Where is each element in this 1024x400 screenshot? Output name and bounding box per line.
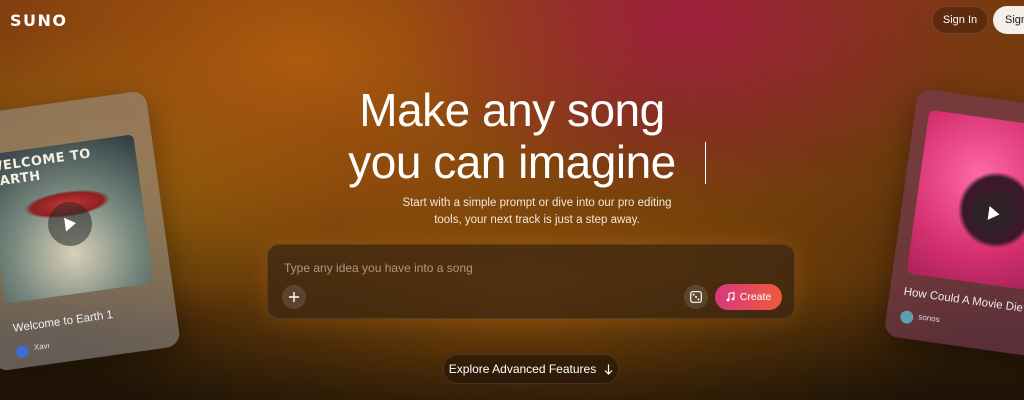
artist-handle[interactable]: sonos xyxy=(918,312,940,324)
create-label: Create xyxy=(739,291,772,303)
song-title[interactable]: Welcome to Earth 1 xyxy=(12,309,113,335)
hero-subtitle: Start with a simple prompt or dive into … xyxy=(392,195,682,229)
create-button[interactable]: Create xyxy=(715,284,782,310)
prompt-box: Create xyxy=(267,244,795,319)
avatar[interactable] xyxy=(899,309,915,325)
explore-label: Explore Advanced Features xyxy=(448,362,597,376)
play-icon xyxy=(64,217,76,232)
dice-icon xyxy=(690,291,702,303)
artist-handle[interactable]: Xavi xyxy=(33,341,50,352)
sign-in-button[interactable]: Sign In xyxy=(932,6,988,34)
subtitle-line-1: Start with a simple prompt or dive into … xyxy=(402,197,672,209)
sign-up-button[interactable]: Sign xyxy=(993,6,1024,34)
add-button[interactable] xyxy=(282,285,306,309)
song-card-right[interactable]: How Could A Movie Die? sonos xyxy=(883,87,1024,363)
song-title[interactable]: How Could A Movie Die? xyxy=(903,286,1024,315)
explore-advanced-features-button[interactable]: Explore Advanced Features xyxy=(443,354,619,384)
headline-line-1: Make any song xyxy=(359,84,665,136)
random-prompt-button[interactable] xyxy=(684,285,708,309)
suno-logo[interactable]: SUNO xyxy=(10,11,68,30)
prompt-input[interactable] xyxy=(284,259,684,277)
play-icon xyxy=(987,206,1000,220)
typing-cursor xyxy=(705,142,706,184)
hero-headline: Make any song you can imagine xyxy=(330,84,694,188)
subtitle-line-2: tools, your next track is just a step aw… xyxy=(434,214,640,226)
arrow-down-icon xyxy=(604,364,613,375)
plus-icon xyxy=(289,292,299,302)
song-card-left[interactable]: WELCOME TO EARTH Welcome to Earth 1 Xavi xyxy=(0,90,182,372)
avatar[interactable] xyxy=(15,345,30,359)
headline-line-2: you can imagine xyxy=(348,136,676,188)
music-note-icon xyxy=(726,292,735,302)
